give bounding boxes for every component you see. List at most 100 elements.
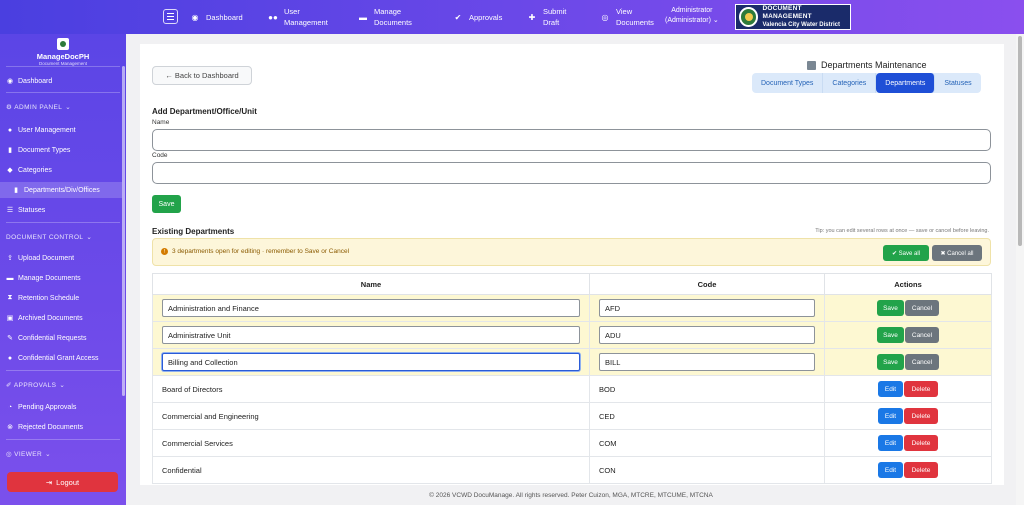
sidebar-item-document-types[interactable]: ▮ Document Types — [6, 143, 70, 157]
logo-icon — [57, 38, 69, 50]
gear-icon: ⚙ — [6, 104, 13, 111]
sidebar-item-statuses[interactable]: ☰ Statuses — [6, 203, 45, 217]
signature-icon: ✐ — [6, 382, 12, 389]
sidebar-item-user-management[interactable]: ● User Management — [6, 123, 76, 137]
sidebar: ManageDocPH Document Management ◉ Dashbo… — [0, 34, 126, 505]
add-department-heading: Add Department/Office/Unit — [152, 107, 257, 116]
table-row: Confidential CON Edit Delete — [152, 456, 992, 484]
table-row: Board of Directors BOD Edit Delete — [152, 375, 992, 403]
row-edit-button[interactable]: Edit — [878, 381, 903, 397]
sidebar-item-retention-schedule[interactable]: ⧗ Retention Schedule — [6, 291, 80, 305]
row-code: CED — [589, 402, 825, 430]
row-cancel-button[interactable]: Cancel — [905, 327, 939, 343]
sidebar-item-rejected-documents[interactable]: ⊗ Rejected Documents — [6, 420, 83, 434]
code-label: Code — [152, 152, 168, 159]
footer: © 2026 VCWD DocuManage. All rights reser… — [429, 491, 713, 499]
edit-document-icon: ✎ — [7, 335, 13, 342]
palette-icon: ◉ — [191, 12, 199, 22]
row-code: CON — [589, 456, 825, 484]
nav-manage-documents[interactable]: ▬ Manage Documents — [358, 0, 412, 34]
row-delete-button[interactable]: Delete — [904, 435, 938, 451]
column-header-name: Name — [152, 273, 590, 295]
palette-icon: ◉ — [6, 78, 14, 85]
sidebar-scrollbar[interactable] — [122, 66, 125, 396]
divider — [6, 222, 120, 223]
section-admin-panel[interactable]: ⚙ ADMIN PANEL ⌄ — [6, 103, 72, 112]
nav-submit-draft[interactable]: ✚ Submit Draft — [527, 0, 567, 34]
chevron-down-icon: ⌄ — [65, 104, 72, 111]
menu-toggle-button[interactable] — [163, 9, 178, 24]
save-all-button[interactable]: ✔ Save all — [883, 245, 929, 261]
nav-approvals[interactable]: ✔ Approvals — [453, 0, 503, 34]
section-document-control[interactable]: DOCUMENT CONTROL ⌄ — [6, 233, 93, 242]
hourglass-icon: ⧗ — [7, 294, 13, 301]
name-input[interactable] — [152, 129, 991, 151]
table-row: Administrative Unit ADU Save Cancel — [152, 321, 992, 349]
row-name: Commercial and Engineering — [152, 402, 590, 430]
sidebar-item-upload-document[interactable]: ⇪ Upload Document — [6, 251, 74, 265]
row-name: Commercial Services — [152, 429, 590, 457]
top-navbar: ◉ Dashboard ●● User Management ▬ Manage … — [0, 0, 1024, 34]
row-edit-button[interactable]: Edit — [878, 462, 903, 478]
row-code-input[interactable]: ADU — [599, 326, 815, 344]
row-name-input[interactable]: Billing and Collection — [162, 353, 580, 371]
row-edit-button[interactable]: Edit — [878, 408, 903, 424]
list-icon: ☰ — [6, 207, 14, 214]
clock-icon: ◔ — [7, 403, 13, 411]
sidebar-item-manage-documents[interactable]: ▬ Manage Documents — [6, 271, 81, 285]
back-to-dashboard-button[interactable]: ← Back to Dashboard — [152, 66, 252, 85]
column-header-actions: Actions — [824, 273, 992, 295]
save-button[interactable]: Save — [152, 195, 181, 213]
sidebar-item-categories[interactable]: ◆ Categories — [6, 163, 52, 177]
tab-departments[interactable]: Departments — [876, 73, 936, 93]
row-save-button[interactable]: Save — [877, 327, 904, 343]
row-name: Confidential — [152, 456, 590, 484]
sidebar-item-confidential-requests[interactable]: ✎ Confidential Requests — [6, 331, 86, 345]
user-menu[interactable]: Administrator (Administrator) ⌄ — [665, 6, 719, 26]
sidebar-item-dashboard[interactable]: ◉ Dashboard — [6, 74, 52, 88]
row-code-input[interactable]: AFD — [599, 299, 815, 317]
scrollbar-thumb[interactable] — [1018, 36, 1022, 246]
code-input[interactable] — [152, 162, 991, 184]
nav-user-management[interactable]: ●● User Management — [268, 0, 328, 34]
cancel-all-button[interactable]: ✖ Cancel all — [932, 245, 982, 261]
row-name-input[interactable]: Administration and Finance — [162, 299, 580, 317]
section-viewer[interactable]: ◎ VIEWER ⌄ — [6, 450, 51, 459]
tab-categories[interactable]: Categories — [823, 73, 877, 93]
row-cancel-button[interactable]: Cancel — [905, 300, 939, 316]
row-delete-button[interactable]: Delete — [904, 462, 938, 478]
row-delete-button[interactable]: Delete — [904, 408, 938, 424]
logout-button[interactable]: ⇥ Logout — [7, 472, 118, 492]
tab-statuses[interactable]: Statuses — [935, 73, 980, 93]
row-name-input[interactable]: Administrative Unit — [162, 326, 580, 344]
folder-icon: ▬ — [359, 12, 367, 22]
name-label: Name — [152, 119, 170, 126]
page-scrollbar[interactable] — [1016, 34, 1024, 505]
row-delete-button[interactable]: Delete — [904, 381, 938, 397]
row-edit-button[interactable]: Edit — [878, 435, 903, 451]
sidebar-item-confidential-grant-access[interactable]: ● Confidential Grant Access — [6, 351, 99, 365]
tab-document-types[interactable]: Document Types — [752, 73, 824, 93]
archive-icon: ▣ — [6, 315, 14, 322]
sidebar-item-departments[interactable]: ▮ Departments/Div/Offices — [12, 183, 100, 197]
existing-departments-heading: Existing Departments — [152, 227, 235, 236]
section-approvals[interactable]: ✐ APPROVALS ⌄ — [6, 381, 65, 390]
brand-logo: DOCUMENT MANAGEMENT Valencia City Water … — [735, 4, 851, 30]
tip-text: Tip: you can edit several rows at once —… — [815, 228, 989, 234]
table-row: Commercial and Engineering CED Edit Delet… — [152, 402, 992, 430]
chevron-down-icon: ⌄ — [712, 17, 719, 24]
seal-icon — [739, 7, 759, 27]
row-save-button[interactable]: Save — [877, 300, 904, 316]
chevron-down-icon: ⌄ — [86, 234, 93, 241]
table-row: Billing and Collection BILL Save Cancel — [152, 348, 992, 376]
row-save-button[interactable]: Save — [877, 354, 904, 370]
row-code-input[interactable]: BILL — [599, 353, 815, 371]
sidebar-item-pending-approvals[interactable]: ◔ Pending Approvals — [6, 400, 77, 414]
maintenance-tabs: Document Types Categories Departments St… — [752, 73, 981, 93]
nav-dashboard[interactable]: ◉ Dashboard — [190, 0, 243, 34]
sidebar-item-archived-documents[interactable]: ▣ Archived Documents — [6, 311, 83, 325]
eye-icon: ◎ — [601, 12, 609, 22]
nav-view-documents[interactable]: ◎ View Documents — [600, 0, 654, 34]
warning-icon: ! — [161, 248, 168, 255]
row-cancel-button[interactable]: Cancel — [905, 354, 939, 370]
